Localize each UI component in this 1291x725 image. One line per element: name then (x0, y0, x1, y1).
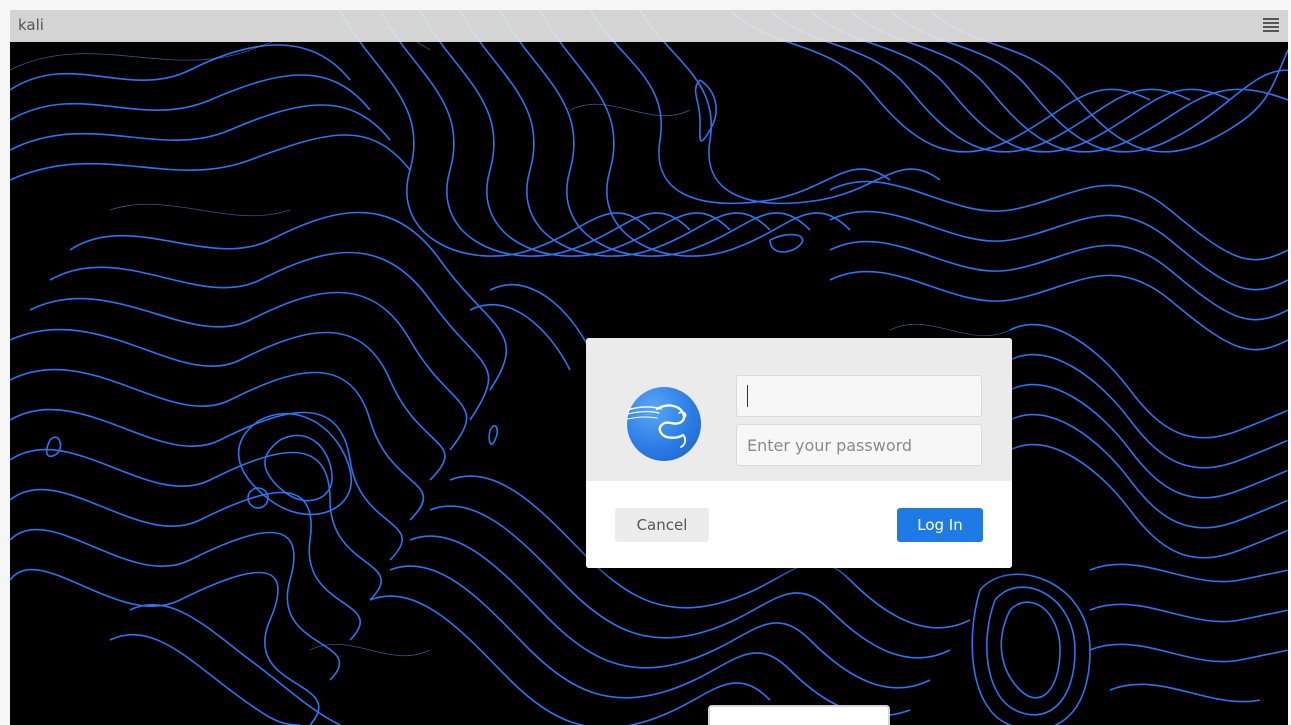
username-input[interactable] (736, 375, 982, 417)
login-dialog-body (586, 338, 1012, 481)
top-panel: kali (10, 10, 1288, 42)
desktop: kali Cancel Log In (10, 10, 1288, 725)
password-input[interactable] (736, 424, 982, 466)
log-in-button[interactable]: Log In (897, 508, 983, 542)
text-cursor (747, 385, 748, 407)
hamburger-menu-icon[interactable] (1262, 16, 1280, 34)
cancel-button[interactable]: Cancel (615, 508, 709, 542)
hostname-label: kali (18, 16, 44, 34)
kali-dragon-logo-icon (616, 387, 701, 461)
screen: kali Cancel Log In (0, 0, 1291, 725)
bottom-panel-widget (708, 705, 890, 725)
login-dialog: Cancel Log In (586, 338, 1012, 568)
